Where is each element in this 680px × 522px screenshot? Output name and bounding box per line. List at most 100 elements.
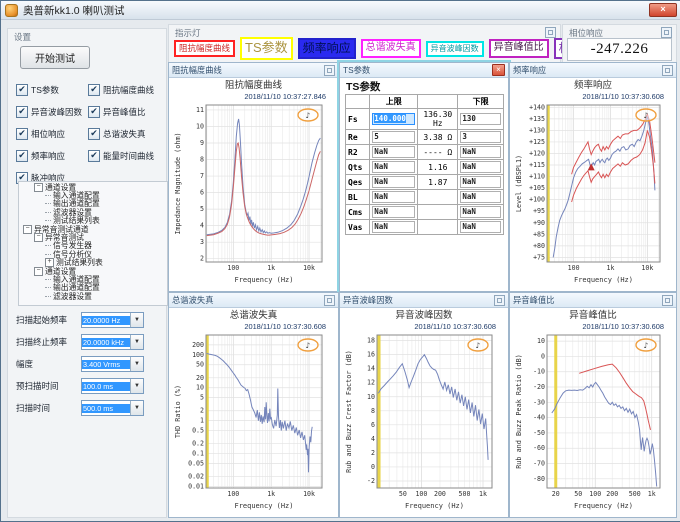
tree-collapse-icon[interactable]: − bbox=[34, 233, 43, 242]
tree-item-信号发生器[interactable]: 信号发生器 bbox=[19, 242, 167, 250]
ts-upper-input-R2[interactable]: NaN bbox=[372, 146, 415, 158]
spinner-value: 100.0 ms bbox=[82, 382, 130, 391]
checkbox-频率响应[interactable]: ✔频率响应 bbox=[16, 150, 88, 162]
ts-upper-input-Re[interactable]: 5 bbox=[372, 131, 415, 143]
indicator-异音波峰因数[interactable]: 异音波峰因数 bbox=[426, 41, 484, 57]
ts-lower-cell: 130 bbox=[458, 109, 504, 130]
spinner-dropdown-icon[interactable]: ▼ bbox=[130, 379, 143, 393]
spinner-input-扫描起始频率[interactable]: 20.0000 Hz▼ bbox=[81, 312, 144, 328]
ts-lower-cell: NaN bbox=[458, 190, 504, 205]
indicator-阻抗幅度曲线[interactable]: 阻抗幅度曲线 bbox=[174, 40, 235, 57]
window-titlebar[interactable]: 奥普新kk1.0 喇叭测试 × bbox=[1, 1, 680, 20]
panel-titlebar-impedance[interactable]: 阻抗幅度曲线 bbox=[169, 63, 338, 78]
checkbox-TS参数[interactable]: ✔TS参数 bbox=[16, 84, 88, 96]
ts-upper-input-Qts[interactable]: NaN bbox=[372, 161, 415, 173]
phase-response-value: -247.226 bbox=[567, 38, 672, 61]
spinner-dropdown-icon[interactable]: ▼ bbox=[130, 401, 143, 415]
spinner-dropdown-icon[interactable]: ▼ bbox=[130, 335, 143, 349]
panel-ts: TS参数×TS参数上限下限Fs140.000136.30 Hz130Re53.3… bbox=[339, 62, 509, 292]
checkbox-异音峰值比[interactable]: ✔异音峰值比 bbox=[88, 106, 166, 118]
panel-titlebar-freq[interactable]: 频率响应 bbox=[510, 63, 676, 78]
panel-close-icon[interactable]: × bbox=[492, 64, 505, 76]
ts-upper-cell: NaN bbox=[370, 145, 418, 160]
indicator-TS参数[interactable]: TS参数 bbox=[240, 37, 293, 59]
ts-lower-input-Fs[interactable]: 130 bbox=[460, 113, 501, 125]
svg-text:8: 8 bbox=[371, 407, 375, 415]
panel-title: 总谐波失真 bbox=[172, 294, 322, 306]
spinner-input-扫描终止频率[interactable]: 20.0000 kHz▼ bbox=[81, 334, 144, 350]
panel-titlebar-crest[interactable]: 异音波峰因数 bbox=[340, 293, 508, 308]
ts-lower-input-Qts[interactable]: NaN bbox=[460, 161, 501, 173]
window-close-button[interactable]: × bbox=[649, 3, 677, 17]
checkbox-总谐波失真[interactable]: ✔总谐波失真 bbox=[88, 128, 166, 140]
svg-text:14: 14 bbox=[367, 365, 375, 373]
ts-lower-input-Vas[interactable]: NaN bbox=[460, 221, 501, 233]
tree-connector bbox=[45, 279, 51, 280]
svg-text:Rub and Buzz Peak Ratio (dB): Rub and Buzz Peak Ratio (dB) bbox=[515, 354, 523, 469]
tree-collapse-icon[interactable]: − bbox=[23, 225, 32, 234]
chart-timestamp: 2018/11/10 10:37:27.846 bbox=[173, 92, 334, 101]
ts-upper-cell: NaN bbox=[370, 175, 418, 190]
ts-upper-input-Fs[interactable]: 140.000 bbox=[372, 113, 415, 125]
client-area: 设置 开始测试 ✔TS参数✔阻抗幅度曲线✔异音波峰因数✔异音峰值比✔相位响应✔总… bbox=[1, 20, 680, 521]
phase-collapse-icon[interactable] bbox=[661, 27, 672, 38]
ts-lower-cell: NaN bbox=[458, 145, 504, 160]
ts-param-name: Re bbox=[346, 130, 370, 145]
checkbox-相位响应[interactable]: ✔相位响应 bbox=[16, 128, 88, 140]
checkbox-label: 频率响应 bbox=[31, 150, 65, 162]
spinner-input-预扫描时间[interactable]: 100.0 ms▼ bbox=[81, 378, 144, 394]
ts-header-upper: 上限 bbox=[370, 95, 418, 109]
tree-collapse-icon[interactable]: − bbox=[34, 267, 43, 276]
checkbox-异音波峰因数[interactable]: ✔异音波峰因数 bbox=[16, 106, 88, 118]
panel-titlebar-ts[interactable]: TS参数× bbox=[340, 63, 508, 78]
ts-lower-input-Qes[interactable]: NaN bbox=[460, 176, 501, 188]
ts-lower-input-Re[interactable]: 3 bbox=[460, 131, 501, 143]
ts-upper-input-BL[interactable]: NaN bbox=[372, 191, 415, 203]
ts-upper-value: NaN bbox=[374, 192, 388, 201]
svg-text:4: 4 bbox=[371, 435, 375, 443]
spinner-input-幅度[interactable]: 3.400 Vrms▼ bbox=[81, 356, 144, 372]
panel-titlebar-peak[interactable]: 异音峰值比 bbox=[510, 293, 676, 308]
start-test-button[interactable]: 开始测试 bbox=[20, 46, 90, 69]
ts-measured-value: 1.87 bbox=[418, 175, 458, 190]
ts-lower-input-Cms[interactable]: NaN bbox=[460, 206, 501, 218]
indicator-异音峰值比[interactable]: 异音峰值比 bbox=[489, 39, 549, 58]
tree-item-输出通道配置[interactable]: 输出通道配置 bbox=[19, 284, 167, 292]
checkbox-能量时间曲线[interactable]: ✔能量时间曲线 bbox=[88, 150, 166, 162]
tree-collapse-icon[interactable]: − bbox=[34, 183, 43, 192]
ts-upper-cell: NaN bbox=[370, 205, 418, 220]
svg-text:0.05: 0.05 bbox=[188, 459, 204, 467]
spinner-input-扫描时间[interactable]: 500.0 ms▼ bbox=[81, 400, 144, 416]
spinner-row: 扫描终止频率20.0000 kHz▼ bbox=[16, 331, 166, 353]
ts-upper-input-Qes[interactable]: NaN bbox=[372, 176, 415, 188]
ts-upper-input-Cms[interactable]: NaN bbox=[372, 206, 415, 218]
ts-lower-input-R2[interactable]: NaN bbox=[460, 146, 501, 158]
svg-text:8: 8 bbox=[200, 156, 204, 164]
ts-upper-input-Vas[interactable]: NaN bbox=[372, 221, 415, 233]
indicator-总谐波失真[interactable]: 总谐波失真 bbox=[361, 39, 421, 58]
ts-table-heading: TS参数 bbox=[344, 80, 504, 94]
svg-text:2: 2 bbox=[371, 449, 375, 457]
spinner-dropdown-icon[interactable]: ▼ bbox=[130, 357, 143, 371]
svg-text:Frequency (Hz): Frequency (Hz) bbox=[234, 276, 293, 284]
ts-header-lower: 下限 bbox=[458, 95, 504, 109]
spinner-label: 预扫描时间 bbox=[16, 380, 81, 392]
panel-collapse-icon[interactable] bbox=[662, 65, 673, 76]
panel-collapse-icon[interactable] bbox=[324, 65, 335, 76]
ts-measured-value: ---- Ω bbox=[418, 145, 458, 160]
tree-item-输出通道配置[interactable]: 输出通道配置 bbox=[19, 200, 167, 208]
spinner-dropdown-icon[interactable]: ▼ bbox=[130, 313, 143, 327]
panel-collapse-icon[interactable] bbox=[494, 295, 505, 306]
panel-collapse-icon[interactable] bbox=[662, 295, 673, 306]
tree-item-异常音测试[interactable]: −异常音测试 bbox=[19, 233, 167, 241]
svg-text:+80: +80 bbox=[533, 242, 545, 250]
indicator-频率响应[interactable]: 频率响应 bbox=[298, 38, 356, 59]
panel-titlebar-thd[interactable]: 总谐波失真 bbox=[169, 293, 338, 308]
ts-lower-input-BL[interactable]: NaN bbox=[460, 191, 501, 203]
svg-text:-70: -70 bbox=[533, 460, 545, 468]
ts-upper-value: NaN bbox=[374, 162, 388, 171]
panel-collapse-icon[interactable] bbox=[324, 295, 335, 306]
checkbox-mark-icon: ✔ bbox=[16, 150, 28, 162]
chart-plot-crest: -2024681012141618501002005001kFrequency … bbox=[344, 331, 500, 511]
checkbox-阻抗幅度曲线[interactable]: ✔阻抗幅度曲线 bbox=[88, 84, 166, 96]
